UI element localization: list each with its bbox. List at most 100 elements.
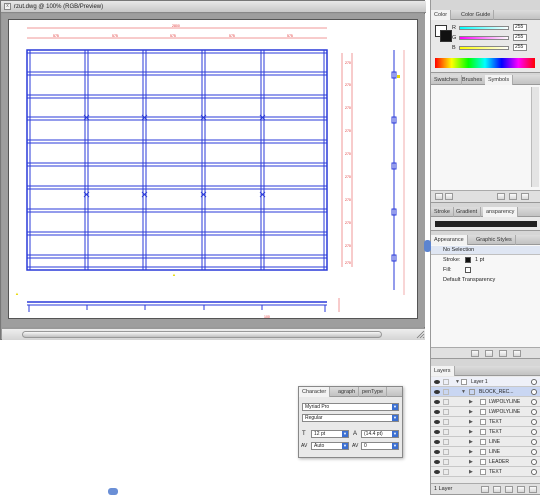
chevron-down-icon[interactable]: ▼: [342, 443, 348, 449]
expand-triangle-icon[interactable]: ▶: [469, 447, 473, 457]
tab-symbols[interactable]: Symbols: [485, 75, 514, 85]
document-title-bar[interactable]: x rzut.dwg @ 100% (RGB/Preview): [1, 1, 426, 13]
layer-label[interactable]: LWPOLYLINE: [489, 397, 520, 407]
layer-label[interactable]: Layer 1: [471, 377, 488, 387]
lock-toggle-icon[interactable]: [443, 469, 449, 475]
appearance-stroke-weight[interactable]: 1 pt: [475, 256, 484, 264]
layer-label[interactable]: BLOCK_REC...: [479, 387, 513, 397]
new-symbol-icon[interactable]: [509, 193, 517, 200]
lock-toggle-icon[interactable]: [443, 409, 449, 415]
new-sublayer-icon[interactable]: [505, 486, 513, 493]
font-family-select[interactable]: Myriad Pro ▼: [302, 403, 399, 411]
visibility-eye-icon[interactable]: [434, 410, 440, 414]
layer-row[interactable]: ▼ BLOCK_REC...: [431, 387, 540, 397]
layer-row[interactable]: ▼ Layer 1: [431, 377, 540, 387]
tab-layers[interactable]: Layers: [431, 366, 455, 376]
artboard[interactable]: 2800 575 575 575 575 575 270 270 270 270…: [8, 19, 418, 319]
appearance-opacity[interactable]: Default Transparency: [443, 276, 495, 284]
make-clipping-mask-icon[interactable]: [493, 486, 501, 493]
chevron-down-icon[interactable]: ▼: [392, 415, 398, 421]
layer-row[interactable]: ▶ LINE: [431, 437, 540, 447]
resize-grip-icon[interactable]: [415, 329, 425, 339]
layer-target-icon[interactable]: [531, 469, 537, 475]
channel-r-slider[interactable]: [459, 26, 509, 30]
expand-triangle-icon[interactable]: ▼: [461, 387, 466, 397]
tracking-field[interactable]: 0 ▼: [361, 442, 399, 450]
new-layer-icon[interactable]: [517, 486, 525, 493]
lock-toggle-icon[interactable]: [443, 389, 449, 395]
layer-row[interactable]: ▶ LWPOLYLINE: [431, 407, 540, 417]
clear-appearance-icon[interactable]: [485, 350, 493, 357]
delete-layer-icon[interactable]: [529, 486, 537, 493]
chevron-down-icon[interactable]: ▼: [342, 431, 348, 437]
tab-gradient[interactable]: Gradient: [453, 207, 482, 217]
appearance-selection-row[interactable]: No Selection: [431, 246, 540, 255]
channel-r-value[interactable]: 255: [513, 24, 527, 31]
leading-field[interactable]: (14.4 pt) ▼: [361, 430, 399, 438]
lock-toggle-icon[interactable]: [443, 439, 449, 445]
chevron-down-icon[interactable]: ▼: [392, 431, 398, 437]
layer-target-icon[interactable]: [531, 409, 537, 415]
kerning-field[interactable]: Auto ▼: [311, 442, 349, 450]
delete-item-icon[interactable]: [513, 350, 521, 357]
layer-label[interactable]: LINE: [489, 447, 500, 457]
expand-triangle-icon[interactable]: ▶: [469, 437, 473, 447]
stroke-swatch[interactable]: [440, 30, 452, 42]
tab-appearance[interactable]: Appearance: [431, 235, 468, 245]
scrollbar-thumb[interactable]: [22, 331, 382, 338]
delete-symbol-icon[interactable]: [521, 193, 529, 200]
channel-b-slider[interactable]: [459, 46, 509, 50]
expand-triangle-icon[interactable]: ▶: [469, 467, 473, 477]
tab-character[interactable]: Character: [299, 387, 331, 397]
visibility-eye-icon[interactable]: [434, 390, 440, 394]
lock-toggle-icon[interactable]: [443, 459, 449, 465]
horizontal-scrollbar[interactable]: [2, 328, 425, 340]
visibility-eye-icon[interactable]: [434, 430, 440, 434]
lock-toggle-icon[interactable]: [443, 379, 449, 385]
lock-toggle-icon[interactable]: [443, 419, 449, 425]
visibility-eye-icon[interactable]: [434, 440, 440, 444]
lock-toggle-icon[interactable]: [443, 429, 449, 435]
layer-target-icon[interactable]: [531, 429, 537, 435]
expand-triangle-icon[interactable]: ▼: [455, 377, 460, 387]
visibility-eye-icon[interactable]: [434, 450, 440, 454]
channel-g-value[interactable]: 255: [513, 34, 527, 41]
lock-toggle-icon[interactable]: [443, 449, 449, 455]
tab-color[interactable]: Color: [431, 10, 452, 20]
layer-target-icon[interactable]: [531, 459, 537, 465]
layer-target-icon[interactable]: [531, 419, 537, 425]
expand-triangle-icon[interactable]: ▶: [469, 407, 473, 417]
tab-stroke[interactable]: Stroke: [431, 207, 454, 217]
layer-label[interactable]: TEXT: [489, 417, 502, 427]
canvas-area[interactable]: 2800 575 575 575 575 575 270 270 270 270…: [2, 14, 425, 327]
visibility-eye-icon[interactable]: [434, 380, 440, 384]
font-style-select[interactable]: Regular ▼: [302, 414, 399, 422]
expand-triangle-icon[interactable]: ▶: [469, 457, 473, 467]
layer-row[interactable]: ▶ LWPOLYLINE: [431, 397, 540, 407]
expand-triangle-icon[interactable]: ▶: [469, 397, 473, 407]
color-spectrum[interactable]: [435, 58, 535, 68]
layer-target-icon[interactable]: [531, 399, 537, 405]
visibility-eye-icon[interactable]: [434, 460, 440, 464]
tab-graphic-styles[interactable]: Graphic Styles: [473, 235, 516, 245]
tab-color-guide[interactable]: Color Guide: [458, 10, 495, 20]
tab-swatches[interactable]: Swatches: [431, 75, 462, 85]
appearance-new-icon[interactable]: [471, 350, 479, 357]
lock-toggle-icon[interactable]: [443, 399, 449, 405]
layer-label[interactable]: LWPOLYLINE: [489, 407, 520, 417]
tab-brushes[interactable]: Brushes: [459, 75, 487, 85]
layer-row[interactable]: ▶ LEADER: [431, 457, 540, 467]
expand-triangle-icon[interactable]: ▶: [469, 417, 473, 427]
chevron-down-icon[interactable]: ▼: [392, 443, 398, 449]
layer-row[interactable]: ▶ LINE: [431, 447, 540, 457]
layer-label[interactable]: TEXT: [489, 427, 502, 437]
layer-target-icon[interactable]: [531, 439, 537, 445]
locate-object-icon[interactable]: [481, 486, 489, 493]
expand-triangle-icon[interactable]: ▶: [469, 427, 473, 437]
bottom-scroll-handle[interactable]: [108, 488, 118, 495]
dock-collapse-icon[interactable]: [424, 240, 431, 252]
layer-target-icon[interactable]: [531, 389, 537, 395]
tab-paragraph[interactable]: agraph: [335, 387, 360, 397]
visibility-eye-icon[interactable]: [434, 400, 440, 404]
tab-opentype[interactable]: penType: [359, 387, 388, 397]
